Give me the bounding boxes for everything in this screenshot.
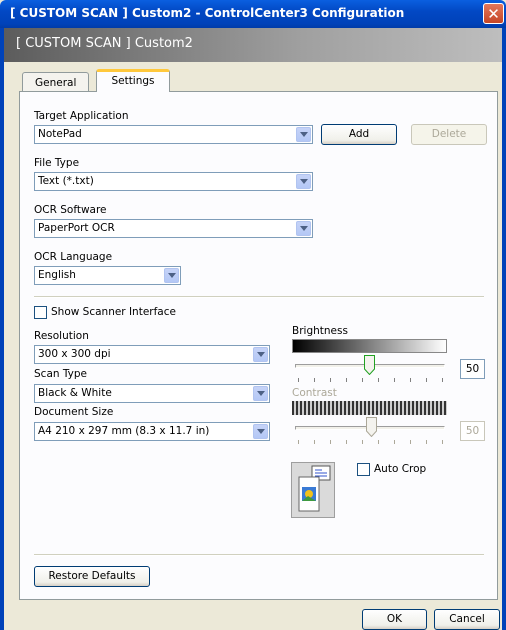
- window-title: [ CUSTOM SCAN ] Custom2 - ControlCenter3…: [10, 6, 405, 20]
- chevron-down-icon: [164, 268, 179, 283]
- scan-type-value: Black & White: [38, 387, 112, 399]
- contrast-pattern-bar: [292, 401, 447, 415]
- resolution-select[interactable]: 300 x 300 dpi: [34, 345, 270, 364]
- scan-type-select[interactable]: Black & White: [34, 384, 270, 403]
- resolution-value: 300 x 300 dpi: [38, 348, 111, 360]
- target-application-label: Target Application: [34, 110, 129, 122]
- show-scanner-interface-checkbox[interactable]: [34, 306, 47, 319]
- target-application-value: NotePad: [38, 128, 82, 140]
- chevron-down-icon: [296, 221, 311, 236]
- auto-crop-label: Auto Crop: [374, 463, 427, 475]
- document-size-value: A4 210 x 297 mm (8.3 x 11.7 in): [38, 425, 210, 437]
- brightness-gradient-bar: [292, 339, 447, 353]
- brightness-value-field[interactable]: 50: [460, 359, 485, 379]
- chevron-down-icon: [253, 386, 268, 401]
- document-image-icon: [291, 462, 335, 518]
- document-size-select[interactable]: A4 210 x 297 mm (8.3 x 11.7 in): [34, 422, 270, 441]
- restore-defaults-button[interactable]: Restore Defaults: [34, 566, 150, 587]
- document-size-label: Document Size: [34, 406, 114, 418]
- ocr-software-label: OCR Software: [34, 204, 107, 216]
- title-bar[interactable]: [ CUSTOM SCAN ] Custom2 - ControlCenter3…: [0, 0, 506, 28]
- close-button[interactable]: ✕: [483, 3, 504, 24]
- contrast-value-field[interactable]: 50: [460, 421, 485, 441]
- resolution-label: Resolution: [34, 330, 89, 342]
- contrast-slider-thumb[interactable]: [366, 417, 377, 437]
- ocr-language-label: OCR Language: [34, 251, 113, 263]
- tab-settings[interactable]: Settings: [96, 69, 170, 92]
- divider: [34, 554, 484, 556]
- file-type-value: Text (*.txt): [38, 175, 94, 187]
- cancel-button[interactable]: Cancel: [434, 609, 500, 630]
- target-application-select[interactable]: NotePad: [34, 125, 313, 144]
- brightness-ticks: [298, 378, 444, 382]
- chevron-down-icon: [296, 174, 311, 189]
- tab-general[interactable]: General: [22, 72, 89, 92]
- delete-button[interactable]: Delete: [411, 124, 487, 145]
- contrast-label: Contrast: [292, 387, 337, 399]
- window-border-right: [502, 28, 506, 630]
- file-type-label: File Type: [34, 157, 80, 169]
- profile-header-text: [ CUSTOM SCAN ] Custom2: [16, 36, 193, 51]
- ocr-software-value: PaperPort OCR: [38, 222, 115, 234]
- ocr-language-value: English: [38, 269, 76, 281]
- add-button[interactable]: Add: [321, 124, 397, 145]
- profile-header: [ CUSTOM SCAN ] Custom2: [4, 28, 502, 62]
- chevron-down-icon: [253, 424, 268, 439]
- auto-crop-checkbox[interactable]: [357, 463, 370, 476]
- file-type-select[interactable]: Text (*.txt): [34, 172, 313, 191]
- contrast-ticks: [298, 440, 444, 444]
- chevron-down-icon: [253, 347, 268, 362]
- show-scanner-interface-label: Show Scanner Interface: [51, 306, 176, 318]
- window-border-left: [0, 28, 4, 630]
- scan-type-label: Scan Type: [34, 368, 87, 380]
- ocr-language-select[interactable]: English: [34, 266, 181, 285]
- ocr-software-select[interactable]: PaperPort OCR: [34, 219, 313, 238]
- brightness-label: Brightness: [292, 325, 348, 337]
- ok-button[interactable]: OK: [362, 609, 427, 630]
- chevron-down-icon: [296, 127, 311, 142]
- brightness-slider-thumb[interactable]: [364, 355, 375, 375]
- divider: [34, 296, 484, 298]
